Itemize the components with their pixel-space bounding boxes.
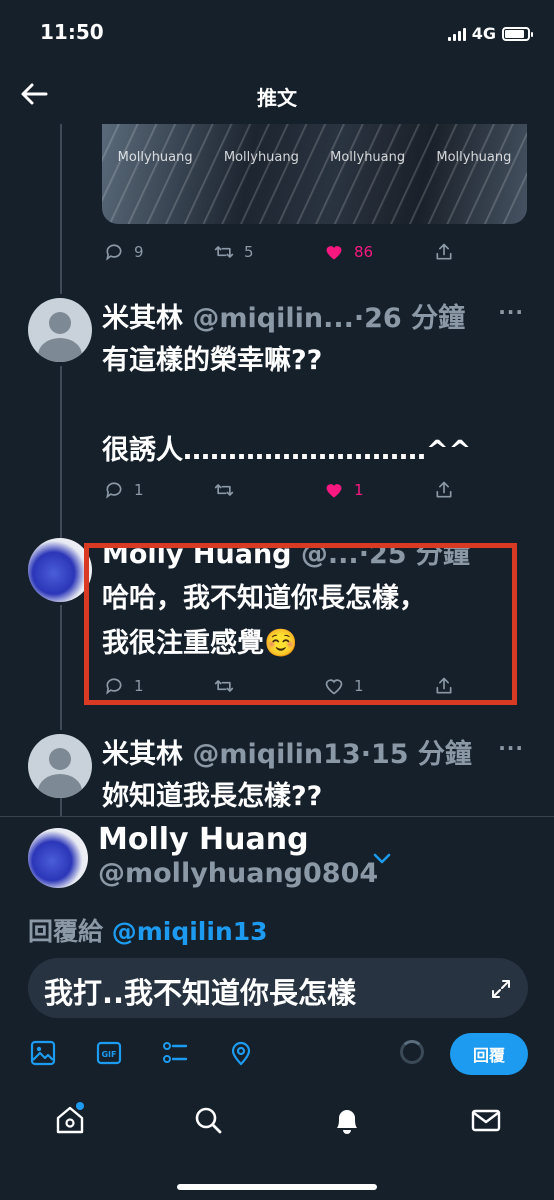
reply-button[interactable]: 1 [104,480,164,500]
home-indicator [177,1184,377,1190]
thread-line [60,605,62,730]
image-icon[interactable] [30,1040,56,1066]
reply-to-handle[interactable]: @miqilin13 [112,917,268,946]
retweet-icon [214,484,234,496]
gif-label: GIF [101,1050,116,1059]
heart-icon [326,484,342,498]
like-count: 1 [354,481,364,499]
search-icon[interactable] [192,1104,224,1136]
network-label: 4G [471,24,496,43]
heart-icon [326,246,342,260]
tweet-actions: 1 1 [104,480,454,500]
watermark-text: Mollyhuang [223,150,299,165]
page-title: 推文 [257,86,297,110]
watermark-text: Mollyhuang [436,150,512,165]
reply-submit-button[interactable]: 回覆 [450,1033,528,1075]
retweet-count: 5 [244,243,254,261]
reply-to-label: 回覆給 @miqilin13 [28,912,268,948]
user-name[interactable]: 米其林 [102,303,183,334]
reply-button[interactable]: 9 [104,242,164,262]
retweet-icon [214,246,234,258]
divider [0,816,554,817]
chat-bubble-icon [106,482,122,499]
tweet-time: ·15 分鐘 [360,739,472,770]
poll-icon[interactable] [162,1040,188,1066]
home-notification-dot [76,1102,84,1110]
status-indicators: 4G [447,24,533,43]
user-handle[interactable]: @miqilin13 [192,739,360,770]
mail-icon[interactable] [470,1104,502,1136]
composer-user-name: Molly Huang [98,822,309,857]
status-time: 11:50 [40,20,104,44]
tweet-header: 米其林 @miqilin...·26 分鐘 [102,296,465,335]
retweet-button[interactable] [214,480,274,500]
image-watermarks: Mollyhuang Mollyhuang Mollyhuang Mollyhu… [102,150,527,165]
user-handle[interactable]: @miqilin... [192,303,353,334]
composer-avatar [28,828,88,888]
share-icon [436,481,452,498]
more-icon[interactable]: ··· [498,736,524,760]
tweet-text: 妳知道我長怎樣?? [102,781,323,812]
reply-input[interactable]: 我打..我不知道你長怎樣 [28,958,528,1018]
avatar[interactable] [28,298,92,362]
highlight-annotation-box [84,543,517,705]
like-button[interactable]: 86 [324,242,384,262]
reply-input-value[interactable]: 我打..我不知道你長怎樣 [44,970,356,1012]
tweet-image[interactable]: Mollyhuang Mollyhuang Mollyhuang Mollyhu… [102,124,527,224]
expand-icon[interactable] [490,978,512,1000]
chat-bubble-icon [106,244,122,261]
main-tweet-actions: 9 5 86 [104,242,454,262]
avatar[interactable] [28,734,92,798]
signal-icon [447,27,466,41]
bell-icon[interactable] [331,1104,363,1136]
reply-to-prefix: 回覆給 [28,917,112,946]
thread-line [60,124,62,294]
like-button[interactable]: 1 [324,480,384,500]
share-icon [436,243,452,260]
retweet-button[interactable]: 5 [214,242,274,262]
tweet-time: ·26 分鐘 [353,303,466,334]
share-button[interactable] [434,480,454,500]
reply-count: 1 [134,481,144,499]
composer-user-handle: @mollyhuang0804 [98,858,379,889]
character-count-ring [400,1040,424,1064]
like-count: 86 [354,243,374,261]
watermark-text: Mollyhuang [117,150,193,165]
reply-count: 9 [134,243,144,261]
tweet-header: 米其林 @miqilin13·15 分鐘 [102,732,472,771]
avatar[interactable] [28,538,92,602]
share-button[interactable] [434,242,454,262]
location-icon[interactable] [228,1040,254,1066]
gif-icon[interactable]: GIF [96,1040,122,1066]
chevron-down-icon[interactable] [372,852,392,866]
tweet-text: 有這樣的榮幸嘛?? 很誘人………………………^^ [102,345,472,466]
more-icon[interactable]: ··· [498,300,524,324]
battery-icon [502,26,533,41]
user-name[interactable]: 米其林 [102,739,183,770]
watermark-text: Mollyhuang [330,150,406,165]
thread-line [60,798,62,816]
thread-line [60,366,62,538]
